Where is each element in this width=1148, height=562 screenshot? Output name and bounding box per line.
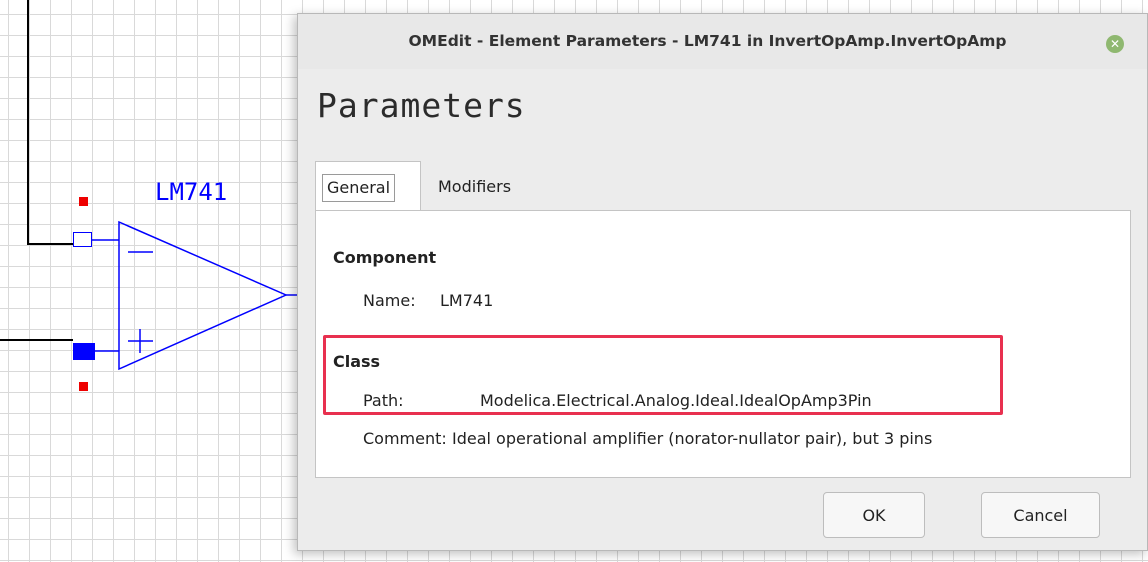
class-section-title: Class (333, 352, 381, 371)
cancel-button[interactable]: Cancel (981, 492, 1100, 538)
component-section-title: Component (333, 248, 437, 267)
close-icon[interactable]: ✕ (1106, 35, 1124, 53)
negative-input-pin[interactable] (73, 232, 92, 247)
path-label: Path: (363, 391, 404, 410)
selection-handle-top[interactable] (79, 197, 88, 206)
ok-button[interactable]: OK (823, 492, 925, 538)
selection-handle-bottom[interactable] (79, 382, 88, 391)
dialog-titlebar[interactable]: OMEdit - Element Parameters - LM741 in I… (298, 14, 1147, 69)
name-value: LM741 (440, 291, 494, 310)
general-tab-panel: Component Name: LM741 Class Path: Modeli… (315, 210, 1131, 478)
tab-modifiers[interactable]: Modifiers (438, 174, 511, 200)
name-label: Name: (363, 291, 416, 310)
diagram-canvas[interactable]: LM741 (0, 0, 300, 562)
tab-general-label: General (322, 174, 396, 202)
positive-input-pin[interactable] (73, 343, 95, 360)
opamp-symbol[interactable] (0, 0, 300, 562)
page-title: Parameters (317, 86, 526, 125)
comment-value: Ideal operational amplifier (norator-nul… (452, 429, 933, 448)
path-value: Modelica.Electrical.Analog.Ideal.IdealOp… (480, 391, 872, 410)
element-parameters-dialog: OMEdit - Element Parameters - LM741 in I… (297, 13, 1148, 551)
comment-label: Comment: (363, 429, 447, 448)
dialog-title: OMEdit - Element Parameters - LM741 in I… (408, 32, 1007, 50)
component-label: LM741 (155, 178, 228, 206)
tab-general[interactable]: General (315, 161, 421, 211)
